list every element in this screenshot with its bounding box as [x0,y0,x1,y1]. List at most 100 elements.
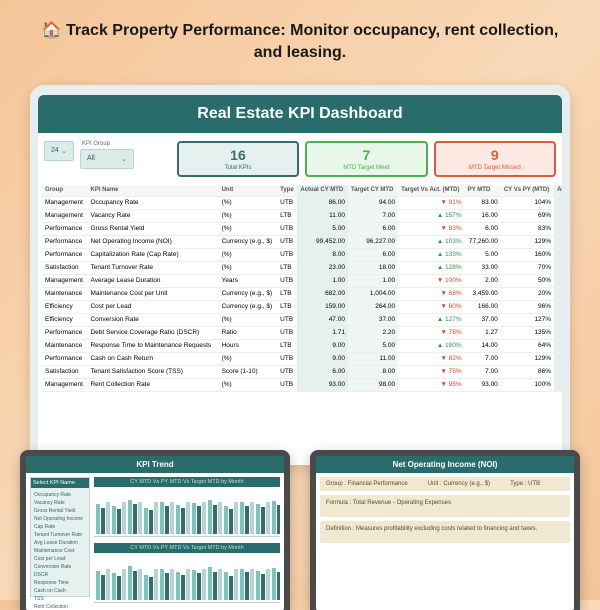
bar [122,569,126,600]
bar [106,502,110,534]
bar [272,568,276,600]
filter-item[interactable]: Cost per Lead [34,555,86,563]
col-type[interactable]: Type [277,185,297,197]
table-row[interactable]: ManagementVacancy Rate(%)LTB11.007.00▲ 1… [42,209,562,222]
col-tva[interactable]: Target Vs Act. (MTD) [398,185,465,197]
filter-item[interactable]: TSS [34,595,86,603]
filter-item[interactable]: Maintenance Cost [34,547,86,555]
cell-unit: (%) [219,352,278,365]
col-target-mtd[interactable]: Target CY MTD [348,185,398,197]
cell-group: Performance [42,222,87,235]
table-row[interactable]: PerformanceDebt Service Coverage Ratio (… [42,326,562,339]
bar [138,569,142,600]
table-row[interactable]: PerformanceGross Rental Yield(%)UTB5.006… [42,222,562,235]
bar [128,500,132,534]
cell-cypy: 127% [501,313,554,326]
bar [176,572,180,600]
cell-ytd: 18.00 [554,261,562,274]
filter-item[interactable]: Net Operating Income [34,515,86,523]
filter-item[interactable]: Response Time [34,579,86,587]
bar [192,503,196,534]
col-unit[interactable]: Unit [219,185,278,197]
cell-name: Occupancy Rate [87,196,218,209]
bar [181,575,185,600]
filter-item[interactable]: Occupancy Rate [34,491,86,499]
cell-group: Management [42,196,87,209]
bar [218,502,222,534]
table-row[interactable]: EfficiencyConversion Rate(%)UTB47.0037.0… [42,313,562,326]
cell-tva: ▼ 82% [398,352,465,365]
cell-unit: Currency (e.g., $) [219,300,278,313]
filter-item[interactable]: Gross Rental Yield [34,507,86,515]
cell-group: Maintenance [42,287,87,300]
chart-1 [94,489,280,537]
kpi-group-dropdown[interactable]: All ⌄ [80,149,134,169]
table-row[interactable]: ManagementRent Collection Rate(%)UTB93.0… [42,378,562,391]
filter-item[interactable]: Rent Collection [34,603,86,610]
cell-py: 77,260.00 [465,235,501,248]
kpi-select-panel[interactable]: Select KPI Name Occupancy RateVacancy Ra… [30,477,90,597]
cell-tva: ▼ 68% [398,287,465,300]
cell-unit: (%) [219,313,278,326]
period-dropdown[interactable]: 24 ⌄ [44,141,74,161]
filter-item[interactable]: Cap Rate [34,523,86,531]
bar [154,502,158,534]
filter-item[interactable]: Conversion Rate [34,563,86,571]
period-value: 24 [51,147,59,154]
cell-actual: 23.00 [297,261,348,274]
table-row[interactable]: PerformanceCash on Cash Return(%)UTB9.00… [42,352,562,365]
bar [128,566,132,600]
cell-ytd: 5.00 [554,222,562,235]
cell-actual: 159.00 [297,300,348,313]
col-py-mtd[interactable]: PY MTD [465,185,501,197]
table-row[interactable]: ManagementOccupancy Rate(%)UTB86.0094.00… [42,196,562,209]
cell-name: Cost per Lead [87,300,218,313]
bar [224,506,228,534]
table-row[interactable]: PerformanceCapitalization Rate (Cap Rate… [42,248,562,261]
col-cy-vs-py[interactable]: CY Vs PY (MTD) [501,185,554,197]
cell-type: UTB [277,222,297,235]
cell-actual: 5.00 [297,222,348,235]
table-row[interactable]: ManagementAverage Lease DurationYearsUTB… [42,274,562,287]
cell-target: 5.00 [348,339,398,352]
table-row[interactable]: MaintenanceResponse Time to Maintenance … [42,339,562,352]
filter-item[interactable]: Avg Lease Duration [34,539,86,547]
bar-group [256,557,270,600]
table-row[interactable]: EfficiencyCost per LeadCurrency (e.g., $… [42,300,562,313]
cell-target: 98.00 [348,378,398,391]
noi-title: Net Operating Income (NOI) [316,456,574,473]
cell-tva: ▲ 103% [398,235,465,248]
col-actual-ytd[interactable]: Actual CY YTD [554,185,562,197]
bar [101,575,105,600]
cell-name: Rent Collection Rate [87,378,218,391]
filter-item[interactable]: Tenant Turnover Rate [34,531,86,539]
col-actual-mtd[interactable]: Actual CY MTD [297,185,348,197]
filter-item[interactable]: Vacancy Rate [34,499,86,507]
cell-type: UTB [277,326,297,339]
cell-name: Conversion Rate [87,313,218,326]
kpi-card-meet: 7 MTD Target Meet [305,141,427,177]
bar [165,506,169,534]
col-name[interactable]: KPI Name [87,185,218,197]
cell-tva: ▲ 128% [398,261,465,274]
cell-group: Performance [42,352,87,365]
target-miss-value: 9 [444,147,546,163]
cell-cypy: 20% [501,287,554,300]
table-row[interactable]: PerformanceNet Operating Income (NOI)Cur… [42,235,562,248]
bar [106,569,110,600]
bar-group [112,491,126,534]
cell-target: 2.20 [348,326,398,339]
cell-ytd: 2.00 [554,274,562,287]
table-row[interactable]: SatisfactionTenant Turnover Rate(%)LTB23… [42,261,562,274]
noi-detail-screen: Net Operating Income (NOI) Group : Finan… [316,456,574,610]
table-row[interactable]: MaintenanceMaintenance Cost per UnitCurr… [42,287,562,300]
noi-type: Type : UTB [510,481,540,487]
filter-row: 24 ⌄ KPI Group All ⌄ 16 Total KPIs 7 MTD… [38,133,562,185]
col-group[interactable]: Group [42,185,87,197]
filter-item[interactable]: DSCR [34,571,86,579]
page-headline: 🏠 Track Property Performance: Monitor oc… [0,0,600,75]
cell-actual: 99,452.00 [297,235,348,248]
filter-item[interactable]: Cash on Cash [34,587,86,595]
table-row[interactable]: SatisfactionTenant Satisfaction Score (T… [42,365,562,378]
bar [277,505,280,534]
